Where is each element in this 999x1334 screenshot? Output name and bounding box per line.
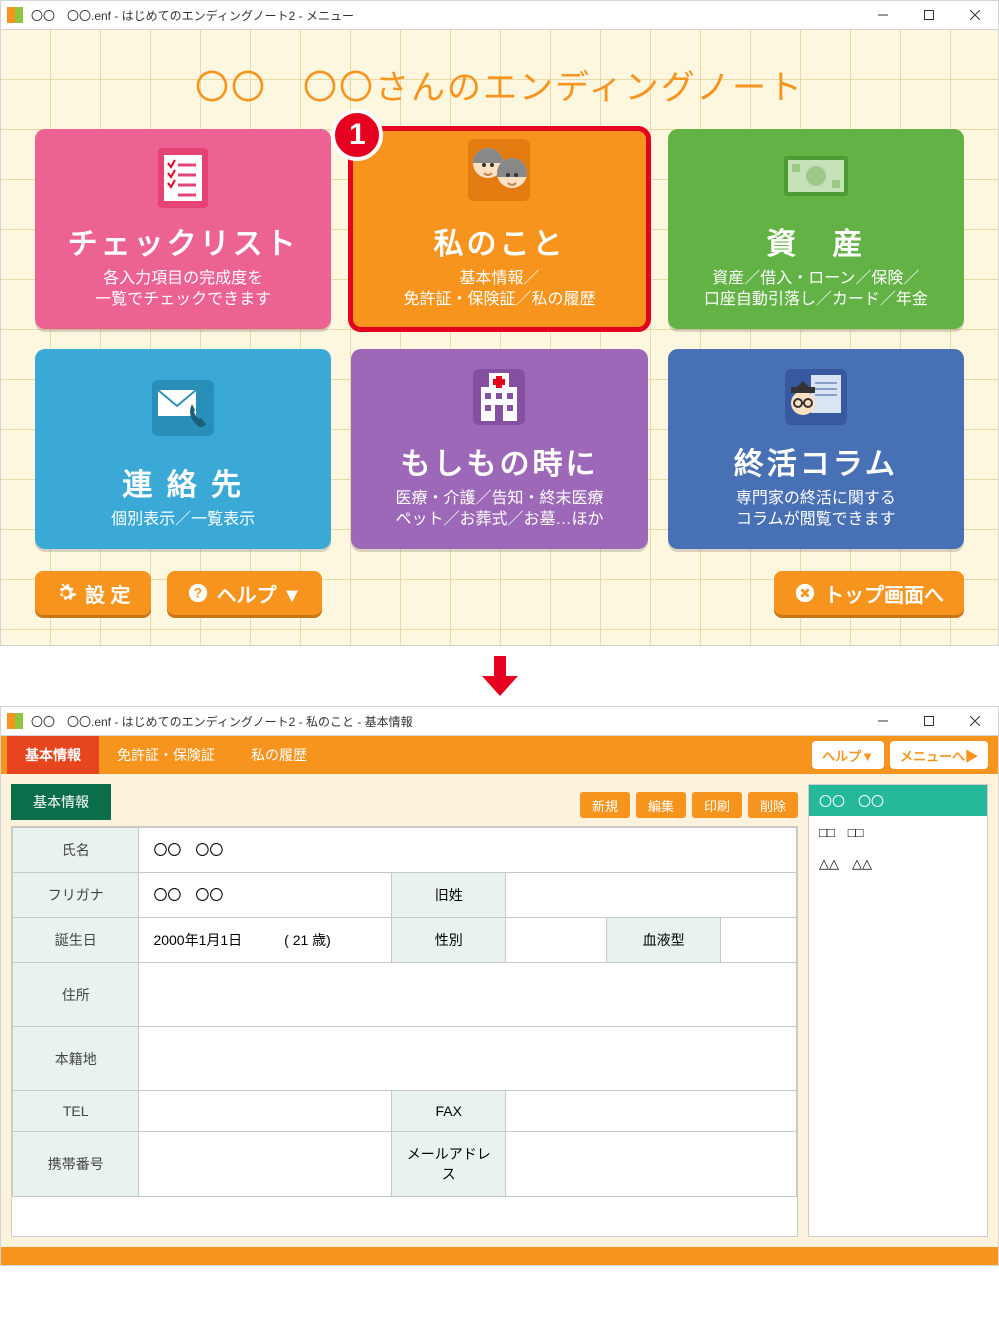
blood-value[interactable]	[721, 918, 797, 963]
detail-tabbar: 基本情報 免許証・保険証 私の履歴 ヘルプ▼ メニューへ▶	[1, 736, 998, 774]
card-desc: 医療・介護／告知・終末医療 ペット／お葬式／お墓…ほか	[395, 489, 603, 531]
menu-body: 〇〇 〇〇さんのエンディングノート チェックリスト 各入力項目の完成度を 一覧で…	[0, 30, 999, 646]
minimize-button[interactable]	[860, 0, 906, 30]
column-icon	[771, 363, 861, 433]
callout-badge: 1	[331, 109, 383, 161]
help-button[interactable]: ? ヘルプ ▼	[167, 571, 322, 615]
sex-value[interactable]	[506, 918, 607, 963]
fax-label: FAX	[392, 1091, 506, 1132]
card-assets[interactable]: 資 産 資産／借入・ローン／保険／ 口座自動引落し／カード／年金	[668, 129, 964, 329]
mobile-value[interactable]	[139, 1132, 392, 1197]
people-icon	[454, 133, 544, 213]
top-screen-button[interactable]: トップ画面へ	[774, 571, 964, 615]
name-value[interactable]: 〇〇 〇〇	[139, 828, 797, 873]
list-item[interactable]: 〇〇 〇〇	[809, 785, 987, 816]
top-screen-label: トップ画面へ	[824, 579, 944, 608]
card-desc: 個別表示／一覧表示	[111, 510, 255, 531]
money-icon	[771, 143, 861, 213]
blood-label: 血液型	[607, 918, 721, 963]
kana-label: フリガナ	[13, 873, 139, 918]
settings-button[interactable]: 設 定	[35, 571, 151, 615]
tel-value[interactable]	[139, 1091, 392, 1132]
card-title: チェックリスト	[68, 219, 299, 263]
help-label: ヘルプ ▼	[217, 579, 302, 608]
maximize-button[interactable]	[906, 0, 952, 30]
mail-value[interactable]	[506, 1132, 797, 1197]
card-title: もしもの時に	[400, 439, 598, 483]
list-item[interactable]: △△ △△	[809, 847, 987, 878]
list-item[interactable]: □□ □□	[809, 816, 987, 847]
gear-icon	[55, 582, 77, 604]
new-button[interactable]: 新規	[580, 792, 630, 818]
entry-list: 〇〇 〇〇 □□ □□ △△ △△	[808, 784, 988, 1237]
fax-value[interactable]	[506, 1091, 797, 1132]
form-box: 氏名 〇〇 〇〇 フリガナ 〇〇 〇〇 旧姓 誕生日 2000年1月1日 ( 2…	[11, 826, 798, 1237]
tab-licenses[interactable]: 免許証・保険証	[99, 736, 233, 774]
minimize-button[interactable]	[860, 706, 906, 736]
close-button[interactable]	[952, 0, 998, 30]
edit-button[interactable]: 編集	[636, 792, 686, 818]
card-title: 私のこと	[433, 219, 565, 263]
top-titlebar: 〇〇 〇〇.enf - はじめてのエンディングノート2 - メニュー	[0, 0, 999, 30]
mail-phone-icon	[138, 364, 228, 454]
addr-label: 住所	[13, 963, 139, 1027]
top-window-title: 〇〇 〇〇.enf - はじめてのエンディングノート2 - メニュー	[31, 7, 860, 24]
mobile-label: 携帯番号	[13, 1132, 139, 1197]
maiden-label: 旧姓	[392, 873, 506, 918]
app-icon	[7, 713, 23, 729]
card-about-me[interactable]: 1 私のこと 基本情報／ 免許証・保険証／私の履歴	[351, 129, 647, 329]
to-menu-button[interactable]: メニューへ▶	[890, 741, 988, 769]
addr-value[interactable]	[139, 963, 797, 1027]
card-title: 連 絡 先	[122, 460, 244, 504]
help-button[interactable]: ヘルプ▼	[812, 741, 884, 769]
close-button[interactable]	[952, 706, 998, 736]
mail-label: メールアドレス	[392, 1132, 506, 1197]
maiden-value[interactable]	[506, 873, 797, 918]
tel-label: TEL	[13, 1091, 139, 1132]
arrow-down-icon	[482, 656, 518, 696]
svg-text:?: ?	[193, 586, 201, 601]
page-title: 〇〇 〇〇さんのエンディングノート	[1, 30, 998, 129]
print-button[interactable]: 印刷	[692, 792, 742, 818]
card-desc: 資産／借入・ローン／保険／ 口座自動引落し／カード／年金	[704, 269, 928, 311]
card-title: 資 産	[766, 219, 865, 263]
card-desc: 各入力項目の完成度を 一覧でチェックできます	[95, 269, 271, 311]
honseki-value[interactable]	[139, 1027, 797, 1091]
birth-label: 誕生日	[13, 918, 139, 963]
detail-titlebar: 〇〇 〇〇.enf - はじめてのエンディングノート2 - 私のこと - 基本情…	[0, 706, 999, 736]
checklist-icon	[138, 143, 228, 213]
hospital-icon	[454, 363, 544, 433]
tab-history[interactable]: 私の履歴	[233, 736, 325, 774]
maximize-button[interactable]	[906, 706, 952, 736]
help-icon: ?	[187, 582, 209, 604]
sex-label: 性別	[392, 918, 506, 963]
app-icon	[7, 7, 23, 23]
honseki-label: 本籍地	[13, 1027, 139, 1091]
delete-button[interactable]: 削除	[748, 792, 798, 818]
card-contacts[interactable]: 連 絡 先 個別表示／一覧表示	[35, 349, 331, 549]
flow-arrow	[0, 646, 999, 706]
card-checklist[interactable]: チェックリスト 各入力項目の完成度を 一覧でチェックできます	[35, 129, 331, 329]
birth-value[interactable]: 2000年1月1日 ( 21 歳)	[139, 918, 392, 963]
card-desc: 専門家の終活に関する コラムが閲覧できます	[736, 489, 896, 531]
card-desc: 基本情報／ 免許証・保険証／私の履歴	[403, 269, 595, 311]
card-title: 終活コラム	[734, 439, 898, 483]
card-emergency[interactable]: もしもの時に 医療・介護／告知・終末医療 ペット／お葬式／お墓…ほか	[351, 349, 647, 549]
name-label: 氏名	[13, 828, 139, 873]
card-column[interactable]: 終活コラム 専門家の終活に関する コラムが閲覧できます	[668, 349, 964, 549]
footer-border	[1, 1247, 998, 1265]
close-circle-icon	[794, 582, 816, 604]
section-tab: 基本情報	[11, 784, 111, 820]
detail-window-title: 〇〇 〇〇.enf - はじめてのエンディングノート2 - 私のこと - 基本情…	[31, 713, 860, 730]
settings-label: 設 定	[85, 579, 131, 608]
kana-value[interactable]: 〇〇 〇〇	[139, 873, 392, 918]
tab-basic-info[interactable]: 基本情報	[7, 736, 99, 774]
